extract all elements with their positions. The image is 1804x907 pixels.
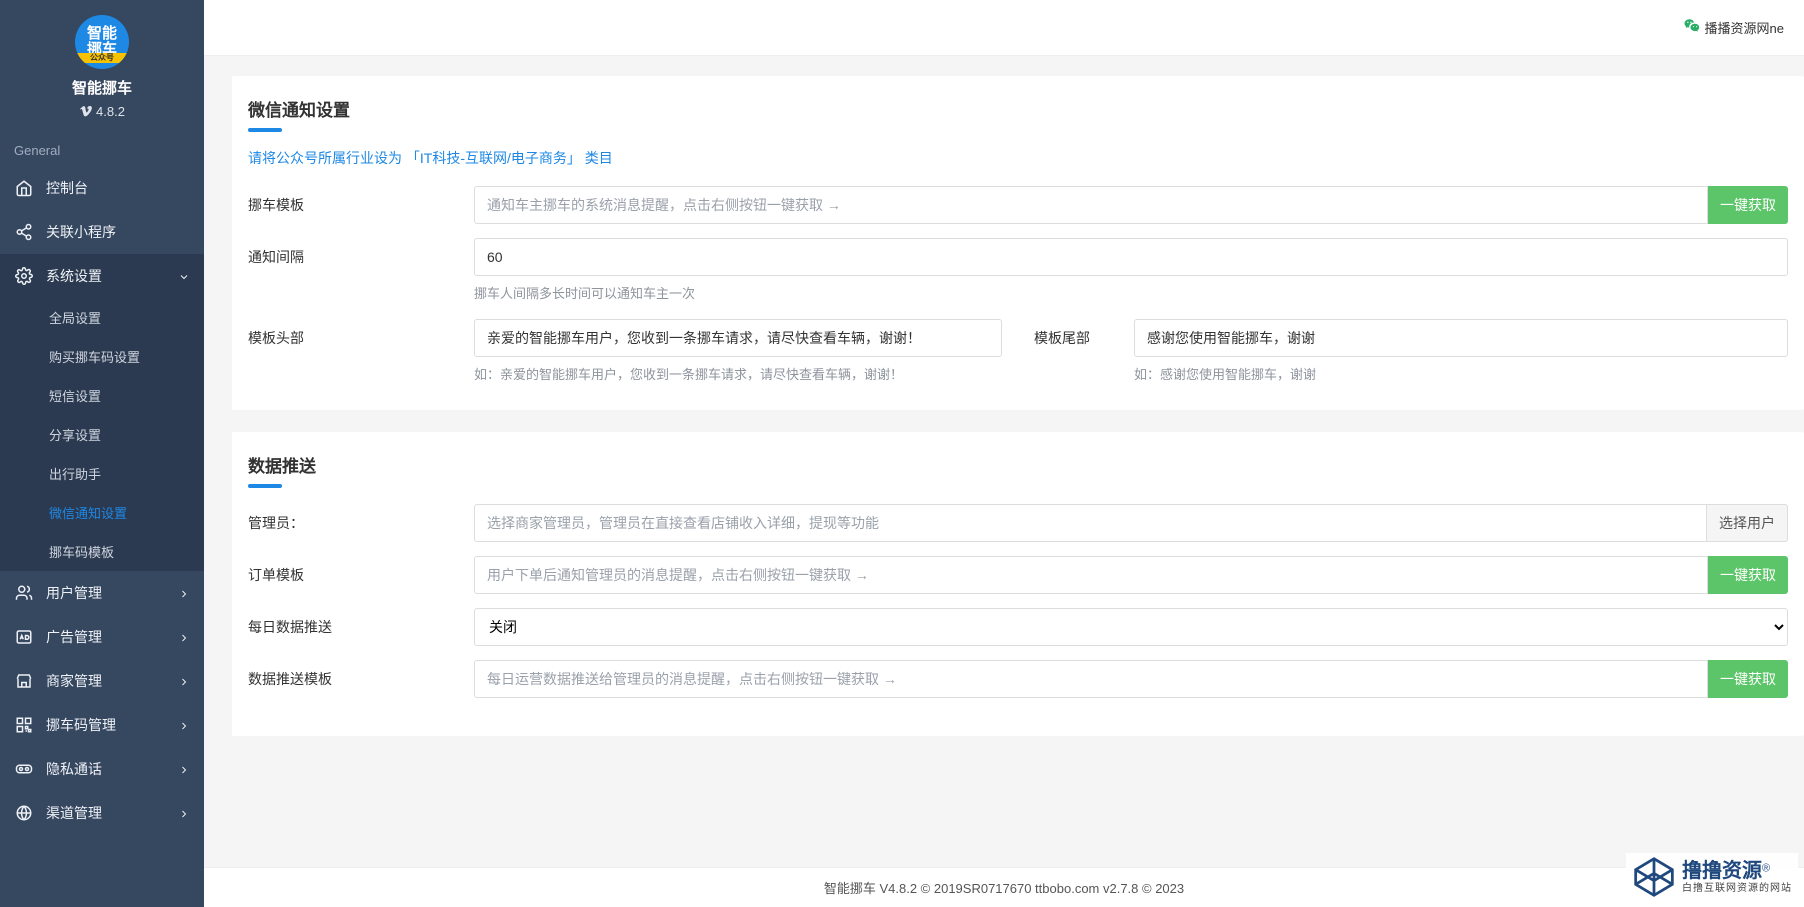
chevron-right-icon (178, 719, 190, 731)
sub-travel[interactable]: 出行助手 (0, 454, 204, 493)
interval-input[interactable] (474, 238, 1788, 276)
panel-title: 微信通知设置 (248, 96, 1788, 121)
template-head-input[interactable] (474, 319, 1002, 357)
globe-icon (14, 803, 34, 823)
users-icon (14, 583, 34, 603)
sub-wechat[interactable]: 微信通知设置 (0, 493, 204, 532)
row-admin: 管理员： 选择用户 (248, 504, 1788, 542)
industry-note[interactable]: 请将公众号所属行业设为 「IT科技-互联网/电子商务」 类目 (248, 148, 1788, 168)
panel-wechat: 微信通知设置 请将公众号所属行业设为 「IT科技-互联网/电子商务」 类目 挪车… (232, 76, 1804, 410)
select-user-button[interactable]: 选择用户 (1707, 504, 1788, 542)
admin-input[interactable] (474, 504, 1707, 542)
row-daily-push: 每日数据推送 关闭 (248, 608, 1788, 646)
sidebar-item-merchant[interactable]: 商家管理 (0, 659, 204, 703)
sidebar-submenu-system: 全局设置 购买挪车码设置 短信设置 分享设置 出行助手 微信通知设置 挪车码模板 (0, 298, 204, 571)
sidebar-item-privacy[interactable]: 隐私通话 (0, 747, 204, 791)
app-version: 4.8.2 (0, 104, 204, 119)
order-template-input[interactable] (474, 556, 1708, 594)
qrcode-icon (14, 715, 34, 735)
topbar: 播播资源网ne (204, 0, 1804, 56)
sidebar-item-ad[interactable]: 广告管理 (0, 615, 204, 659)
sidebar-item-codemgr[interactable]: 挪车码管理 (0, 703, 204, 747)
gear-icon (14, 266, 34, 286)
sidebar: 智能挪车 公众号 智能挪车 4.8.2 General 控制台 关联小程序 系统… (0, 0, 204, 907)
chevron-right-icon (178, 763, 190, 775)
share-icon (14, 222, 34, 242)
chevron-down-icon (178, 270, 190, 282)
logo-icon (1632, 855, 1676, 899)
accent-bar (248, 128, 282, 132)
row-move-template: 挪车模板 一键获取 (248, 186, 1788, 224)
sidebar-item-user[interactable]: 用户管理 (0, 571, 204, 615)
sub-share[interactable]: 分享设置 (0, 415, 204, 454)
store-icon (14, 671, 34, 691)
wechat-icon (1683, 17, 1701, 38)
daily-push-select[interactable]: 关闭 (474, 608, 1788, 646)
push-template-input[interactable] (474, 660, 1708, 698)
template-tail-input[interactable] (1134, 319, 1788, 357)
get-move-template-button[interactable]: 一键获取 (1708, 186, 1788, 224)
content: 微信通知设置 请将公众号所属行业设为 「IT科技-互联网/电子商务」 类目 挪车… (204, 56, 1804, 818)
ad-icon (14, 627, 34, 647)
home-icon (14, 178, 34, 198)
logo-block: 智能挪车 公众号 智能挪车 4.8.2 (0, 0, 204, 129)
sidebar-item-system[interactable]: 系统设置 (0, 254, 204, 298)
watermark: 撸撸资源® 白撸互联网资源的网站 (1626, 853, 1798, 901)
sub-template[interactable]: 挪车码模板 (0, 532, 204, 571)
footer: 智能挪车 V4.8.2 © 2019SR0717670 ttbobo.com v… (204, 867, 1804, 907)
row-push-template: 数据推送模板 一键获取 (248, 660, 1788, 698)
head-hint: 如：亲爱的智能挪车用户，您收到一条挪车请求，请尽快查看车辆，谢谢！ (474, 365, 1002, 386)
app-name: 智能挪车 (0, 77, 204, 98)
chevron-right-icon (178, 587, 190, 599)
main: 播播资源网ne 微信通知设置 请将公众号所属行业设为 「IT科技-互联网/电子商… (204, 0, 1804, 907)
chevron-right-icon (178, 675, 190, 687)
sidebar-section: General (0, 129, 204, 166)
panel-push: 数据推送 管理员： 选择用户 订单模板 一键获取 (232, 432, 1804, 736)
sub-sms[interactable]: 短信设置 (0, 376, 204, 415)
sidebar-item-dashboard[interactable]: 控制台 (0, 166, 204, 210)
sub-global[interactable]: 全局设置 (0, 298, 204, 337)
interval-hint: 挪车人间隔多长时间可以通知车主一次 (474, 284, 1788, 305)
get-order-template-button[interactable]: 一键获取 (1708, 556, 1788, 594)
chevron-right-icon (178, 631, 190, 643)
topbar-link[interactable]: 播播资源网ne (1683, 17, 1784, 38)
sidebar-item-channel[interactable]: 渠道管理 (0, 791, 204, 835)
chevron-right-icon (178, 807, 190, 819)
move-template-input[interactable] (474, 186, 1708, 224)
row-order-template: 订单模板 一键获取 (248, 556, 1788, 594)
vr-icon (14, 759, 34, 779)
row-interval: 通知间隔 挪车人间隔多长时间可以通知车主一次 (248, 238, 1788, 305)
tail-hint: 如：感谢您使用智能挪车，谢谢 (1134, 365, 1788, 386)
panel-title: 数据推送 (248, 452, 1788, 477)
get-push-template-button[interactable]: 一键获取 (1708, 660, 1788, 698)
app-logo: 智能挪车 公众号 (75, 15, 129, 69)
vimeo-icon (79, 104, 93, 118)
sidebar-item-miniapp[interactable]: 关联小程序 (0, 210, 204, 254)
accent-bar (248, 484, 282, 488)
sub-buycode[interactable]: 购买挪车码设置 (0, 337, 204, 376)
